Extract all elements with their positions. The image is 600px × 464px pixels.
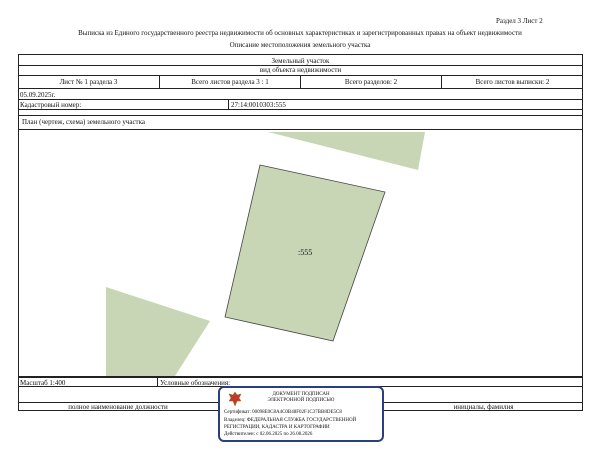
total-sections: Всего разделов: 2 bbox=[344, 78, 398, 86]
stamp-owner-line1: Владелец: ФЕДЕРАЛЬНАЯ СЛУЖБА ГОСУДАРСТВЕ… bbox=[224, 418, 357, 423]
divider bbox=[157, 377, 158, 386]
stamp-line2: ЭЛЕКТРОННОЙ ПОДПИСЬЮ bbox=[267, 398, 335, 403]
name-caption: инициалы, фамилия bbox=[453, 403, 514, 411]
stamp-cert: Сертификат: 00098E0C8A4C0B48F02F1C37BB8D… bbox=[224, 410, 342, 415]
stamp-valid: Действителен: с 02.06.2025 по 26.08.2026 bbox=[224, 432, 313, 437]
divider bbox=[18, 88, 583, 89]
total-sheets-section: Всего листов раздела 3 : 1 bbox=[191, 78, 269, 86]
section-sheet-label: Раздел 3 Лист 2 bbox=[496, 17, 543, 25]
divider bbox=[18, 109, 583, 110]
document-subtitle: Описание местоположения земельного участ… bbox=[229, 41, 371, 49]
divider bbox=[228, 99, 229, 109]
object-type: Земельный участок bbox=[271, 57, 330, 65]
extract-date: 05.09.2025г. bbox=[20, 91, 56, 99]
plan-caption: План (чертеж, схема) земельного участка bbox=[22, 118, 146, 126]
object-type-caption: вид объекта недвижимости bbox=[259, 66, 342, 74]
stamp-owner-line2: РЕГИСТРАЦИИ, КАДАСТРА И КАРТОГРАФИИ bbox=[224, 425, 330, 430]
parcel-label: :555 bbox=[298, 248, 313, 257]
neighbor-parcel-top bbox=[268, 132, 425, 170]
divider bbox=[18, 99, 583, 100]
cadastral-label: Кадастровый номер: bbox=[20, 101, 82, 109]
total-sheets-extract: Всего листов выписки: 2 bbox=[475, 78, 550, 86]
position-caption: полное наименование должности bbox=[68, 403, 168, 411]
document-title: Выписка из Единого государственного реес… bbox=[78, 29, 522, 37]
cadastral-number: 27:14:0010303:555 bbox=[231, 101, 286, 109]
divider bbox=[18, 377, 583, 378]
neighbor-parcel-left bbox=[106, 287, 210, 376]
digital-signature-stamp: ДОКУМЕНТ ПОДПИСАН ЭЛЕКТРОННОЙ ПОДПИСЬЮ С… bbox=[218, 386, 384, 442]
sheet-number: Лист № 1 раздела 3 bbox=[59, 78, 118, 86]
